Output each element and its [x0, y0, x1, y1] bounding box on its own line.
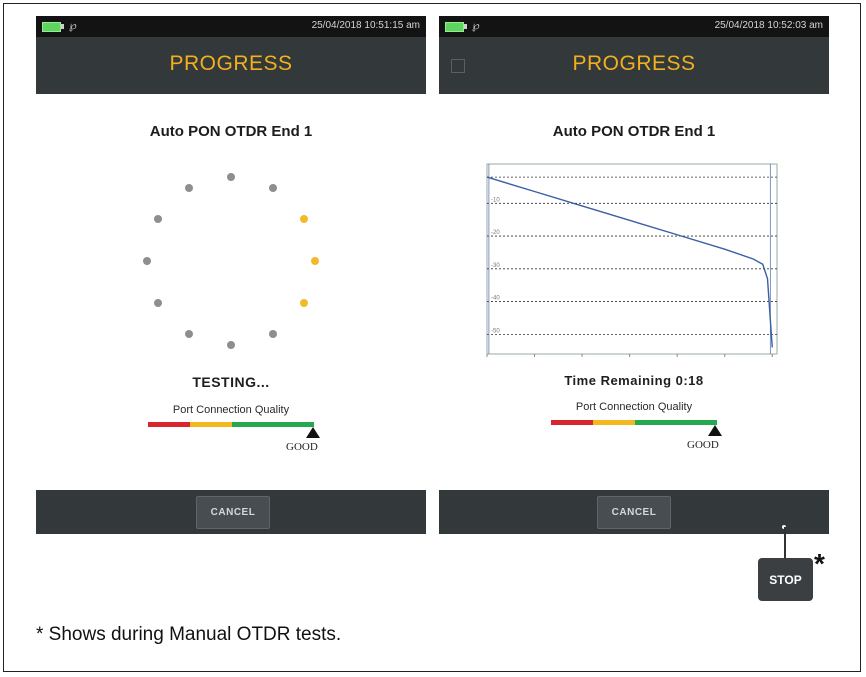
otdr-trace-line: [486, 176, 773, 348]
spinner-dot: [143, 257, 151, 265]
battery-icon: [445, 22, 464, 32]
quality-segment-poor: [551, 420, 593, 425]
testing-status: TESTING...: [192, 374, 270, 390]
quality-segment-poor: [148, 422, 190, 427]
spinner-dot: [227, 173, 235, 181]
progress-screen-trace: ℘ 25/04/2018 10:52:03 am PROGRESS Auto P…: [439, 16, 829, 534]
status-bar: ℘ 25/04/2018 10:51:15 am: [36, 16, 426, 37]
footer-bar: CANCEL: [439, 490, 829, 534]
test-name: Auto PON OTDR End 1: [552, 123, 716, 140]
battery-icon: [42, 22, 61, 32]
footer-bar: CANCEL: [36, 490, 426, 534]
battery-tip-icon: [464, 24, 467, 29]
quality-marker-icon: [306, 427, 320, 438]
callout-line: [784, 527, 786, 559]
status-bar: ℘ 25/04/2018 10:52:03 am: [439, 16, 829, 37]
spinner-dot: [269, 184, 277, 193]
cancel-button[interactable]: CANCEL: [597, 496, 671, 529]
footnote: * Shows during Manual OTDR tests.: [36, 624, 342, 645]
quality-segment-fair: [593, 420, 635, 425]
quality-value: GOOD: [687, 439, 719, 451]
port-connection-quality-label: Port Connection Quality: [172, 404, 290, 416]
quality-segment-good: [635, 420, 717, 425]
quality-meter: [148, 422, 314, 427]
link-icon: ℘: [472, 20, 480, 32]
spinner-dot: [299, 299, 308, 307]
status-datetime: 25/04/2018 10:51:15 am: [311, 20, 420, 31]
status-datetime: 25/04/2018 10:52:03 am: [714, 20, 823, 31]
title-bar: PROGRESS: [36, 37, 426, 94]
stop-button[interactable]: STOP: [758, 558, 813, 601]
spinner-dot: [154, 215, 163, 223]
chart-tick-label: -40: [491, 296, 500, 302]
spinner-dot: [227, 341, 235, 349]
quality-marker-icon: [708, 425, 722, 436]
chart-tick-label: -50: [491, 328, 500, 334]
chart-tick-label: -10: [491, 197, 500, 203]
battery-tip-icon: [61, 24, 64, 29]
page-title: PROGRESS: [169, 52, 293, 75]
spinner-dot: [269, 329, 277, 338]
spinner-dot: [154, 299, 163, 307]
port-connection-quality-label: Port Connection Quality: [575, 401, 693, 413]
quality-segment-fair: [190, 422, 232, 427]
chart-frame: [486, 163, 778, 355]
cancel-button[interactable]: CANCEL: [196, 496, 270, 529]
stop-footnote-marker: *: [814, 548, 825, 579]
progress-screen-testing: ℘ 25/04/2018 10:51:15 am PROGRESS Auto P…: [36, 16, 426, 534]
link-icon: ℘: [69, 20, 77, 32]
quality-value: GOOD: [286, 441, 318, 453]
test-name: Auto PON OTDR End 1: [149, 123, 313, 140]
spinner-dot: [185, 184, 193, 193]
page-title: PROGRESS: [572, 52, 696, 75]
title-bar: PROGRESS: [439, 37, 829, 94]
quality-segment-good: [232, 422, 314, 427]
otdr-trace-chart: -10 -20 -30 -40 -50: [486, 163, 778, 357]
progress-spinner: [136, 166, 326, 366]
spinner-dot: [311, 257, 319, 265]
chart-tick-label: -30: [491, 263, 500, 269]
spinner-dot: [299, 215, 308, 223]
spinner-dot: [185, 329, 193, 338]
chart-tick-label: -20: [491, 230, 500, 236]
quality-meter: [551, 420, 717, 425]
time-remaining: Time Remaining 0:18: [564, 373, 704, 388]
